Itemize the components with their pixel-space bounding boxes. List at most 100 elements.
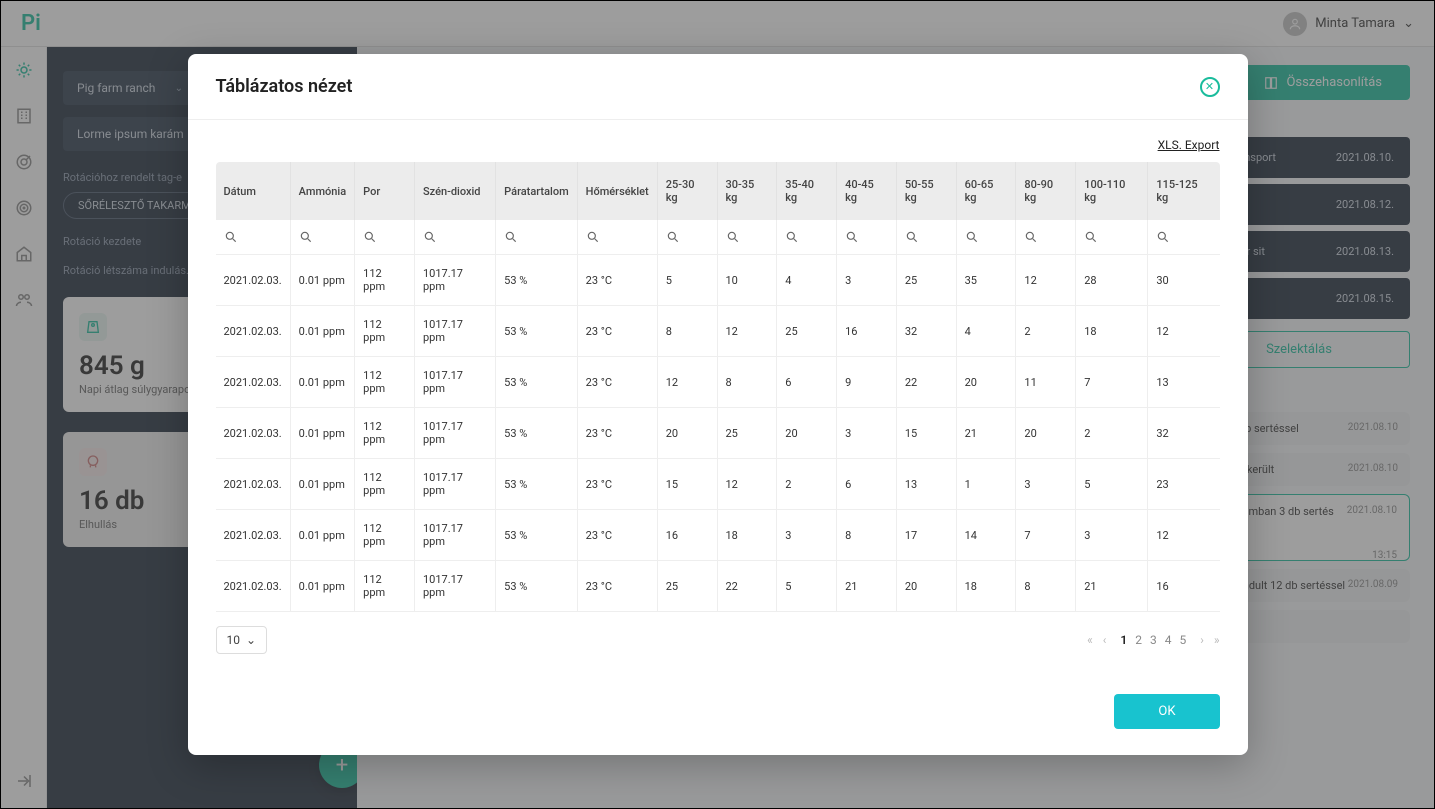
table-cell: 17 <box>896 510 956 561</box>
table-cell: 8 <box>837 510 897 561</box>
page-next[interactable]: › <box>1200 633 1204 647</box>
column-search[interactable] <box>956 220 1016 255</box>
table-cell: 0.01 ppm <box>290 306 354 357</box>
column-search[interactable] <box>777 220 837 255</box>
table-cell: 53 % <box>496 561 577 612</box>
table-row: 2021.02.03.0.01 ppm112 ppm1017.17 ppm53 … <box>216 408 1220 459</box>
table-cell: 16 <box>1148 561 1220 612</box>
table-cell: 2 <box>777 459 837 510</box>
table-cell: 35 <box>956 255 1016 306</box>
table-cell: 53 % <box>496 306 577 357</box>
table-cell: 1017.17 ppm <box>414 357 495 408</box>
table-cell: 22 <box>717 561 777 612</box>
column-search[interactable] <box>290 220 354 255</box>
table-cell: 2 <box>1076 408 1148 459</box>
page-4[interactable]: 4 <box>1161 631 1176 649</box>
column-search[interactable] <box>717 220 777 255</box>
table-cell: 8 <box>657 306 717 357</box>
table-cell: 2021.02.03. <box>216 255 291 306</box>
table-cell: 25 <box>777 306 837 357</box>
table-cell: 4 <box>956 306 1016 357</box>
table-cell: 15 <box>896 408 956 459</box>
table-cell: 5 <box>657 255 717 306</box>
table-cell: 53 % <box>496 408 577 459</box>
table-cell: 9 <box>837 357 897 408</box>
table-cell: 32 <box>1148 408 1220 459</box>
table-cell: 20 <box>1016 408 1076 459</box>
table-header: 35-40 kg <box>777 162 837 220</box>
table-row: 2021.02.03.0.01 ppm112 ppm1017.17 ppm53 … <box>216 510 1220 561</box>
table-header: Ammónia <box>290 162 354 220</box>
table-cell: 12 <box>1148 510 1220 561</box>
table-cell: 112 ppm <box>355 306 415 357</box>
column-search[interactable] <box>496 220 577 255</box>
table-header: Por <box>355 162 415 220</box>
table-cell: 21 <box>956 408 1016 459</box>
column-search[interactable] <box>837 220 897 255</box>
table-cell: 0.01 ppm <box>290 510 354 561</box>
table-cell: 23 °C <box>577 255 657 306</box>
table-cell: 2021.02.03. <box>216 510 291 561</box>
column-search[interactable] <box>1148 220 1220 255</box>
table-cell: 25 <box>657 561 717 612</box>
column-search[interactable] <box>1016 220 1076 255</box>
page-3[interactable]: 3 <box>1146 631 1161 649</box>
column-search[interactable] <box>577 220 657 255</box>
export-link[interactable]: XLS. Export <box>216 138 1220 152</box>
table-cell: 3 <box>777 510 837 561</box>
table-cell: 1017.17 ppm <box>414 459 495 510</box>
table-header: 100-110 kg <box>1076 162 1148 220</box>
column-search[interactable] <box>414 220 495 255</box>
table-cell: 21 <box>837 561 897 612</box>
table-cell: 112 ppm <box>355 357 415 408</box>
table-header: Szén-dioxid <box>414 162 495 220</box>
page-2[interactable]: 2 <box>1131 631 1146 649</box>
table-cell: 18 <box>1076 306 1148 357</box>
table-cell: 3 <box>1016 459 1076 510</box>
table-row: 2021.02.03.0.01 ppm112 ppm1017.17 ppm53 … <box>216 357 1220 408</box>
table-cell: 1 <box>956 459 1016 510</box>
table-cell: 7 <box>1076 357 1148 408</box>
table-cell: 2 <box>1016 306 1076 357</box>
data-table: DátumAmmóniaPorSzén-dioxidPáratartalomHő… <box>216 162 1220 612</box>
table-cell: 3 <box>1076 510 1148 561</box>
table-cell: 6 <box>777 357 837 408</box>
modal-table-view: Táblázatos nézet ✕ XLS. Export DátumAmmó… <box>188 54 1248 755</box>
page-5[interactable]: 5 <box>1176 631 1191 649</box>
column-search[interactable] <box>896 220 956 255</box>
table-cell: 23 <box>1148 459 1220 510</box>
table-cell: 2021.02.03. <box>216 459 291 510</box>
table-cell: 112 ppm <box>355 459 415 510</box>
column-search[interactable] <box>657 220 717 255</box>
table-cell: 5 <box>1076 459 1148 510</box>
column-search[interactable] <box>1076 220 1148 255</box>
page-prev[interactable]: ‹ <box>1103 633 1107 647</box>
page-first[interactable]: « <box>1087 633 1093 647</box>
table-cell: 112 ppm <box>355 510 415 561</box>
page-last[interactable]: » <box>1214 633 1220 647</box>
column-search[interactable] <box>216 220 291 255</box>
column-search[interactable] <box>355 220 415 255</box>
table-cell: 20 <box>657 408 717 459</box>
table-cell: 16 <box>837 306 897 357</box>
ok-button[interactable]: OK <box>1114 694 1219 729</box>
table-row: 2021.02.03.0.01 ppm112 ppm1017.17 ppm53 … <box>216 561 1220 612</box>
table-cell: 23 °C <box>577 306 657 357</box>
table-cell: 12 <box>717 459 777 510</box>
page-size-select[interactable]: 10 ⌄ <box>216 626 268 654</box>
table-row: 2021.02.03.0.01 ppm112 ppm1017.17 ppm53 … <box>216 459 1220 510</box>
chevron-down-icon: ⌄ <box>246 633 256 647</box>
table-cell: 53 % <box>496 255 577 306</box>
modal-overlay: Táblázatos nézet ✕ XLS. Export DátumAmmó… <box>1 1 1434 808</box>
table-cell: 11 <box>1016 357 1076 408</box>
table-header: 30-35 kg <box>717 162 777 220</box>
page-1[interactable]: 1 <box>1116 631 1131 649</box>
table-cell: 0.01 ppm <box>290 255 354 306</box>
close-icon[interactable]: ✕ <box>1200 77 1220 97</box>
table-cell: 13 <box>1148 357 1220 408</box>
table-cell: 53 % <box>496 357 577 408</box>
table-cell: 112 ppm <box>355 408 415 459</box>
modal-title: Táblázatos nézet <box>216 76 353 97</box>
table-cell: 16 <box>657 510 717 561</box>
table-cell: 2021.02.03. <box>216 357 291 408</box>
